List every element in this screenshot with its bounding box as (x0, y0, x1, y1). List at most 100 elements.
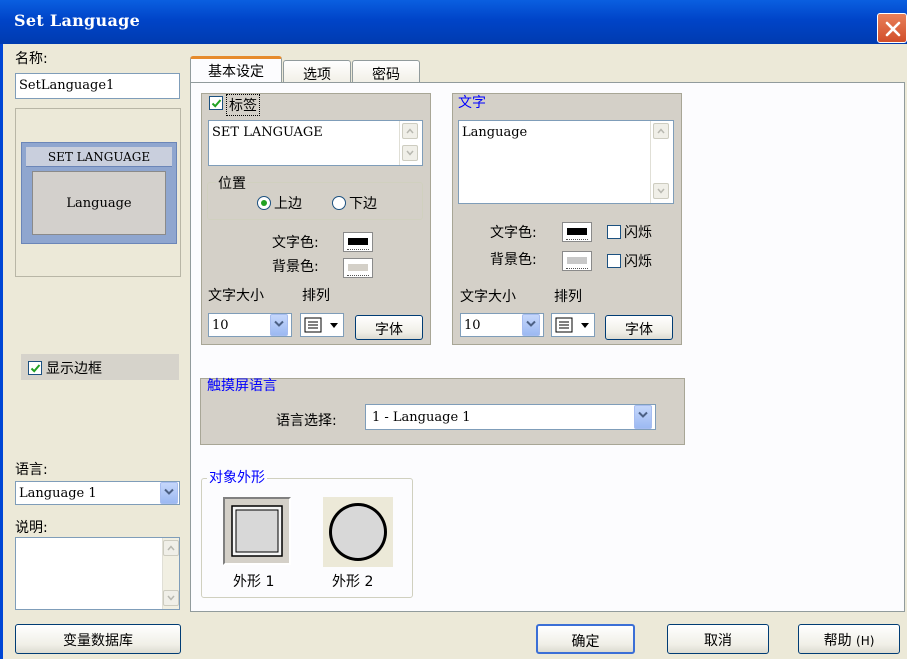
window-title: Set Language (14, 11, 141, 30)
position-bottom-label: 下边 (349, 196, 377, 212)
checkmark-icon (30, 364, 41, 373)
shape-group-title: 对象外形 (207, 467, 267, 487)
scroll-up-icon (406, 128, 414, 134)
description-label: 说明: (15, 520, 48, 536)
label-text-area[interactable]: SET LANGUAGE (208, 120, 423, 166)
touch-language-select[interactable]: 1 - Language 1 (365, 404, 656, 430)
scroll-down-button[interactable] (653, 183, 669, 199)
position-top-radio[interactable] (257, 196, 271, 210)
tab-basic-settings-label: 基本设定 (208, 64, 264, 80)
chevron-down-icon (164, 488, 174, 495)
label-group-title: 标签 (226, 94, 260, 116)
help-button-label: 帮助 (823, 633, 852, 649)
text-color-blink-label: 闪烁 (624, 225, 652, 241)
text-color-swatch[interactable] (562, 222, 592, 242)
text-font-size-label: 文字大小 (460, 289, 516, 305)
align-icon (555, 317, 573, 333)
preview-object: SET LANGUAGE Language (21, 142, 177, 244)
swatch-dots (566, 239, 588, 240)
close-icon (885, 21, 901, 37)
text-font-size-dropdown-button[interactable] (522, 314, 540, 336)
name-input[interactable]: SetLanguage1 (15, 73, 180, 99)
description-textarea[interactable] (15, 537, 180, 610)
language-label: 语言: (15, 462, 48, 478)
text-font-size-value: 10 (464, 318, 481, 333)
language-select-value: Language 1 (19, 486, 97, 501)
help-button[interactable]: 帮助 (H) (798, 624, 900, 654)
name-label: 名称: (15, 51, 48, 67)
swatch-color (567, 228, 587, 235)
label-font-size-dropdown-button[interactable] (270, 314, 288, 336)
label-font-button-label: 字体 (375, 322, 403, 338)
label-checkbox[interactable] (209, 96, 223, 110)
variable-database-label: 变量数据库 (63, 633, 133, 649)
text-bg-blink-checkbox[interactable] (607, 254, 621, 268)
preview-caption: SET LANGUAGE (26, 147, 172, 167)
swatch-dots (347, 249, 369, 250)
text-align-select[interactable] (551, 313, 595, 337)
label-text-color-label: 文字色: (272, 235, 319, 251)
scroll-up-button[interactable] (163, 540, 179, 556)
touch-language-select-label: 语言选择: (276, 413, 337, 429)
scroll-down-button[interactable] (163, 590, 179, 606)
tab-basic-settings[interactable]: 基本设定 (190, 56, 282, 83)
variable-database-button[interactable]: 变量数据库 (15, 624, 181, 654)
radio-selected-dot (261, 200, 267, 206)
help-hotkey: (H) (856, 634, 875, 648)
position-bottom-radio[interactable] (332, 196, 346, 210)
label-font-size-value: 10 (212, 318, 229, 333)
text-content-scrollbar[interactable] (650, 121, 673, 203)
text-color-blink-checkbox[interactable] (607, 225, 621, 239)
label-text-color-swatch[interactable] (343, 232, 373, 252)
text-content-area[interactable]: Language (458, 120, 674, 204)
label-align-label: 排列 (302, 288, 330, 304)
swatch-dots (347, 275, 369, 276)
chevron-down-icon (638, 411, 648, 418)
show-border-label: 显示边框 (46, 361, 102, 377)
tab-password[interactable]: 密码 (352, 60, 420, 83)
show-border-checkbox[interactable] (28, 361, 42, 375)
text-font-button[interactable]: 字体 (605, 315, 673, 340)
shape-2-label: 外形 2 (332, 574, 374, 590)
scroll-up-button[interactable] (402, 123, 418, 139)
swatch-dots (566, 268, 588, 269)
scroll-up-button[interactable] (653, 123, 669, 139)
chevron-down-icon (581, 323, 589, 328)
shape-1-label: 外形 1 (233, 574, 275, 590)
label-bg-color-label: 背景色: (272, 259, 319, 275)
scroll-up-icon (657, 128, 665, 134)
scroll-down-icon (657, 188, 665, 194)
text-group-title: 文字 (458, 95, 486, 111)
position-top-label: 上边 (274, 196, 302, 212)
close-button[interactable] (877, 13, 907, 43)
touch-language-group-title: 触摸屏语言 (207, 378, 277, 394)
language-dropdown-button[interactable] (160, 482, 178, 504)
scroll-down-button[interactable] (402, 145, 418, 161)
tab-password-label: 密码 (372, 67, 400, 83)
text-bg-color-label: 背景色: (490, 252, 537, 268)
touch-language-select-value: 1 - Language 1 (372, 410, 471, 425)
swatch-color (567, 257, 587, 264)
square-shape-icon (231, 505, 283, 557)
cancel-button[interactable]: 取消 (667, 624, 769, 654)
tab-options[interactable]: 选项 (283, 60, 351, 83)
ok-button[interactable]: 确定 (536, 624, 635, 654)
label-align-select[interactable] (300, 313, 344, 337)
label-font-button[interactable]: 字体 (355, 315, 423, 340)
circle-shape-icon (329, 503, 387, 561)
language-select[interactable]: Language 1 (15, 481, 180, 505)
window-frame-left (0, 44, 3, 659)
shape-1-option[interactable] (223, 497, 291, 565)
text-bg-color-swatch[interactable] (562, 251, 592, 271)
description-scrollbar[interactable] (162, 538, 179, 609)
label-text-scrollbar[interactable] (399, 121, 422, 165)
swatch-color (348, 238, 368, 245)
align-icon (304, 317, 322, 333)
scroll-down-icon (167, 595, 175, 601)
touch-language-dropdown-button[interactable] (634, 405, 652, 429)
chevron-down-icon (526, 320, 536, 327)
ok-button-label: 确定 (571, 634, 600, 650)
scroll-down-icon (406, 150, 414, 156)
shape-2-option[interactable] (323, 497, 393, 567)
label-bg-color-swatch[interactable] (343, 258, 373, 278)
